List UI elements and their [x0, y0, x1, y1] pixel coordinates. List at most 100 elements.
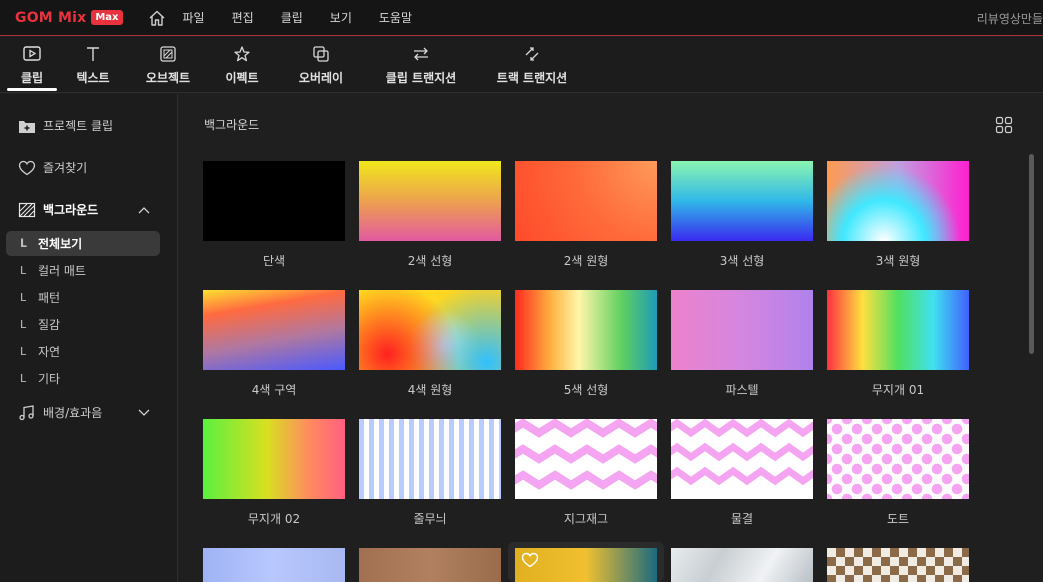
- bg-thumb-4color-area[interactable]: [203, 290, 345, 370]
- pattern-icon: [17, 202, 37, 218]
- bg-caption: 무지개 01: [871, 383, 925, 397]
- chevron-down-icon[interactable]: [138, 406, 150, 420]
- bg-caption: 3색 선형: [719, 254, 765, 268]
- favorite-heart-icon[interactable]: [521, 552, 539, 572]
- tab-clip-transition[interactable]: 클립 트랜지션: [365, 37, 477, 93]
- page-title: 백그라운드: [204, 118, 260, 132]
- bg-thumb-rainbow-01[interactable]: [827, 290, 969, 370]
- bg-thumb-texture-checker[interactable]: [827, 548, 969, 582]
- background-library: 백그라운드 단색 2색 선형 2색 원형 3색 선형 3색 원형 4색 구역 4…: [179, 94, 1043, 582]
- tab-overlay[interactable]: 오버레이: [277, 37, 365, 93]
- menu-edit[interactable]: 편집: [232, 9, 254, 26]
- tab-text-label: 텍스트: [76, 71, 110, 85]
- wave-pattern: [671, 419, 813, 486]
- bg-thumb-texture-blue[interactable]: [203, 548, 345, 582]
- chevron-up-icon[interactable]: [138, 203, 150, 217]
- menu-help[interactable]: 도움말: [379, 9, 412, 26]
- bg-caption: 줄무늬: [413, 512, 447, 526]
- sidebar-item-background[interactable]: 백그라운드: [0, 201, 178, 218]
- bg-caption: 파스텔: [725, 383, 759, 397]
- bg-thumb-3color-radial[interactable]: [827, 161, 969, 241]
- sidebar-sub-label: 자연: [38, 345, 61, 359]
- bg-caption: 무지개 02: [247, 512, 301, 526]
- sidebar-sub-label: 패턴: [38, 291, 61, 305]
- bg-thumb-dot[interactable]: [827, 419, 969, 499]
- category-toolbar: 클립 텍스트 오브젝트 이펙트 오버레이 클립 트랜지션 트랙 트랜지션: [0, 37, 1043, 93]
- bg-thumb-2color-radial[interactable]: [515, 161, 657, 241]
- home-icon[interactable]: [147, 8, 167, 28]
- bg-thumb-pastel[interactable]: [671, 290, 813, 370]
- overlay-icon: [312, 43, 330, 65]
- bg-thumb-5color-linear[interactable]: [515, 290, 657, 370]
- tree-branch-icon: ᒪ: [20, 237, 27, 250]
- sidebar-item-bgm[interactable]: 배경/효과음: [0, 404, 178, 421]
- bg-caption: 도트: [886, 512, 910, 526]
- menubar: GOM Mix Max 파일 편집 클립 보기 도움말 리뷰영상만들: [0, 0, 1043, 36]
- bg-caption: 2색 선형: [407, 254, 453, 268]
- bg-caption: 지그재그: [563, 512, 609, 526]
- sidebar-sub-label: 기타: [38, 372, 61, 386]
- track-transition-icon: [522, 43, 542, 65]
- tree-branch-icon: ᒪ: [20, 291, 27, 304]
- tab-clip[interactable]: 클립: [7, 37, 57, 93]
- tab-track-transition-label: 트랙 트랜지션: [496, 71, 568, 85]
- sidebar-sub-nature[interactable]: ᒪ 자연: [6, 339, 160, 364]
- sidebar-item-label: 배경/효과음: [43, 406, 103, 420]
- tab-clip-label: 클립: [20, 71, 44, 85]
- tab-text[interactable]: 텍스트: [57, 37, 129, 93]
- zigzag-pattern: [515, 419, 657, 490]
- sidebar-item-label: 프로젝트 클립: [43, 119, 114, 133]
- bg-caption: 2색 원형: [563, 254, 609, 268]
- tab-overlay-label: 오버레이: [298, 71, 344, 85]
- bg-caption: 단색: [262, 254, 286, 268]
- grid-view-icon[interactable]: [995, 116, 1013, 138]
- sidebar: 프로젝트 클립 즐겨찾기 백그라운드 ᒪ 전체보기 ᒪ 컬러 매트 ᒪ 패턴 ᒪ…: [0, 94, 178, 582]
- sidebar-item-label: 즐겨찾기: [43, 161, 88, 175]
- tab-effect-label: 이펙트: [225, 71, 259, 85]
- bg-thumb-zigzag[interactable]: [515, 419, 657, 499]
- logo-text: GOM Mix: [15, 9, 87, 26]
- sidebar-sub-texture[interactable]: ᒪ 질감: [6, 312, 160, 337]
- bg-thumb-solid[interactable]: [203, 161, 345, 241]
- sidebar-sub-all[interactable]: ᒪ 전체보기: [6, 231, 160, 256]
- sidebar-item-project-clip[interactable]: 프로젝트 클립: [0, 117, 113, 134]
- bg-caption: 3색 원형: [875, 254, 921, 268]
- menu-clip[interactable]: 클립: [281, 9, 303, 26]
- logo-badge: Max: [91, 10, 123, 25]
- sidebar-sub-color-matte[interactable]: ᒪ 컬러 매트: [6, 258, 160, 283]
- sidebar-sub-label: 전체보기: [38, 237, 83, 251]
- folder-add-icon: [17, 118, 37, 134]
- bg-thumb-rainbow-02[interactable]: [203, 419, 345, 499]
- effect-star-icon: [233, 43, 251, 65]
- main-menu: 파일 편집 클립 보기 도움말: [183, 9, 440, 26]
- bg-thumb-stripe[interactable]: [359, 419, 501, 499]
- bg-thumb-3color-linear[interactable]: [671, 161, 813, 241]
- bg-caption: 4색 원형: [407, 383, 453, 397]
- sidebar-sub-label: 질감: [38, 318, 61, 332]
- tree-branch-icon: ᒪ: [20, 345, 27, 358]
- bg-caption: 4색 구역: [251, 383, 297, 397]
- bg-thumb-texture-marble[interactable]: [671, 548, 813, 582]
- clip-icon: [22, 43, 42, 65]
- scrollbar[interactable]: [1029, 154, 1034, 354]
- sidebar-item-favorites[interactable]: 즐겨찾기: [0, 159, 87, 176]
- tab-effect[interactable]: 이펙트: [207, 37, 277, 93]
- object-icon: [159, 43, 177, 65]
- tab-track-transition[interactable]: 트랙 트랜지션: [477, 37, 587, 93]
- bg-thumb-wave[interactable]: [671, 419, 813, 499]
- bg-thumb-texture-yellow[interactable]: [515, 548, 657, 582]
- clip-transition-icon: [411, 43, 431, 65]
- tab-object-label: 오브젝트: [145, 71, 191, 85]
- bg-thumb-2color-linear[interactable]: [359, 161, 501, 241]
- menu-view[interactable]: 보기: [330, 9, 352, 26]
- heart-icon: [17, 160, 37, 176]
- sidebar-sub-pattern[interactable]: ᒪ 패턴: [6, 285, 160, 310]
- bg-caption: 5색 선형: [563, 383, 609, 397]
- app-window: GOM Mix Max 파일 편집 클립 보기 도움말 리뷰영상만들 클립 텍스…: [0, 0, 1043, 582]
- menu-file[interactable]: 파일: [183, 9, 205, 26]
- tab-object[interactable]: 오브젝트: [129, 37, 207, 93]
- bg-thumb-texture-brown[interactable]: [359, 548, 501, 582]
- bg-thumb-4color-radial[interactable]: [359, 290, 501, 370]
- sidebar-sub-etc[interactable]: ᒪ 기타: [6, 366, 160, 391]
- sidebar-item-label: 백그라운드: [43, 203, 99, 217]
